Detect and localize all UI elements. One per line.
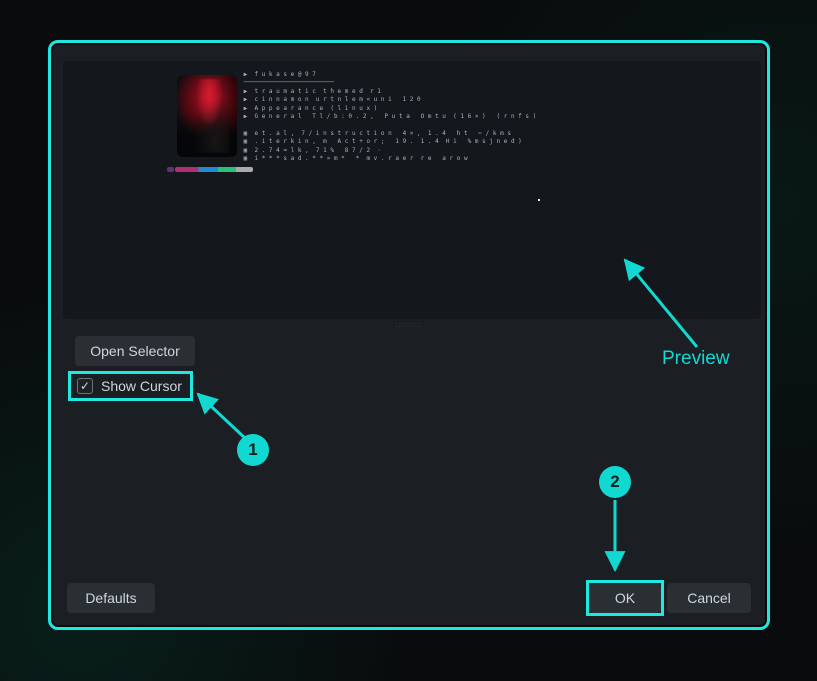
annotation-preview-label: Preview (662, 348, 730, 370)
preview-arrow-icon (0, 0, 817, 681)
annotation-step-1-badge: 1 (237, 434, 269, 466)
annotation-step-2-badge: 2 (599, 466, 631, 498)
page-canvas: ▶ f u k a s e @ 9 7 ────────────────────… (0, 0, 817, 681)
